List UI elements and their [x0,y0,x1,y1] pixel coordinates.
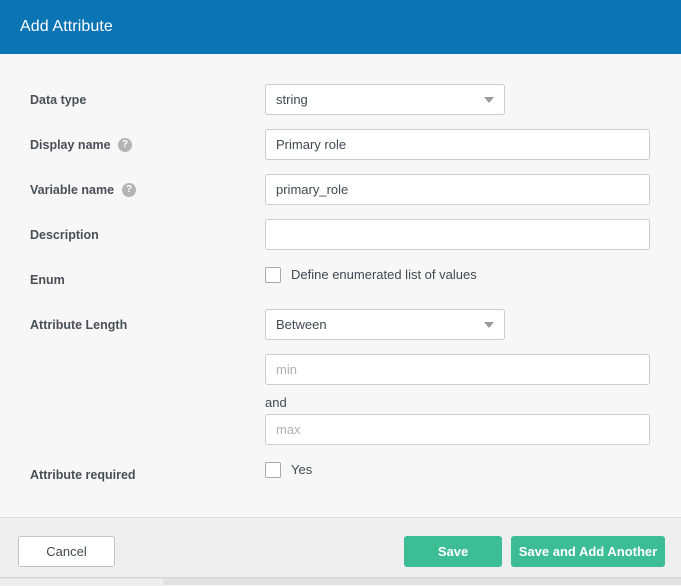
label-description: Description [30,227,99,243]
save-button[interactable]: Save [404,536,502,567]
and-separator-label: and [265,395,287,411]
cancel-button[interactable]: Cancel [18,536,115,567]
chevron-down-icon [484,97,494,103]
attribute-length-select-value: Between [276,310,327,339]
label-variable-name: Variable name [30,182,114,198]
save-and-add-another-button[interactable]: Save and Add Another [511,536,665,567]
label-enum: Enum [30,272,65,288]
modal-title: Add Attribute [20,17,113,37]
horizontal-scrollbar[interactable] [0,577,681,585]
display-name-input[interactable] [265,129,650,160]
enum-checkbox-label: Define enumerated list of values [291,267,477,283]
label-data-type: Data type [30,92,86,108]
attribute-length-select[interactable]: Between [265,309,505,340]
help-icon-display-name[interactable]: ? [118,138,132,152]
attribute-required-checkbox[interactable] [265,462,281,478]
label-attribute-length: Attribute Length [30,317,127,333]
label-display-name: Display name [30,137,111,153]
variable-name-input[interactable] [265,174,650,205]
data-type-select-value: string [276,85,308,114]
modal-body: Data type string Display name ? Variable… [0,54,681,517]
label-attribute-required: Attribute required [30,467,136,483]
enum-checkbox[interactable] [265,267,281,283]
max-input[interactable] [265,414,650,445]
modal-header: Add Attribute [0,0,681,54]
help-icon-variable-name[interactable]: ? [122,183,136,197]
modal-footer: Cancel Save Save and Add Another [0,517,681,577]
chevron-down-icon [484,322,494,328]
min-input[interactable] [265,354,650,385]
description-input[interactable] [265,219,650,250]
data-type-select[interactable]: string [265,84,505,115]
attribute-required-checkbox-label: Yes [291,462,312,478]
